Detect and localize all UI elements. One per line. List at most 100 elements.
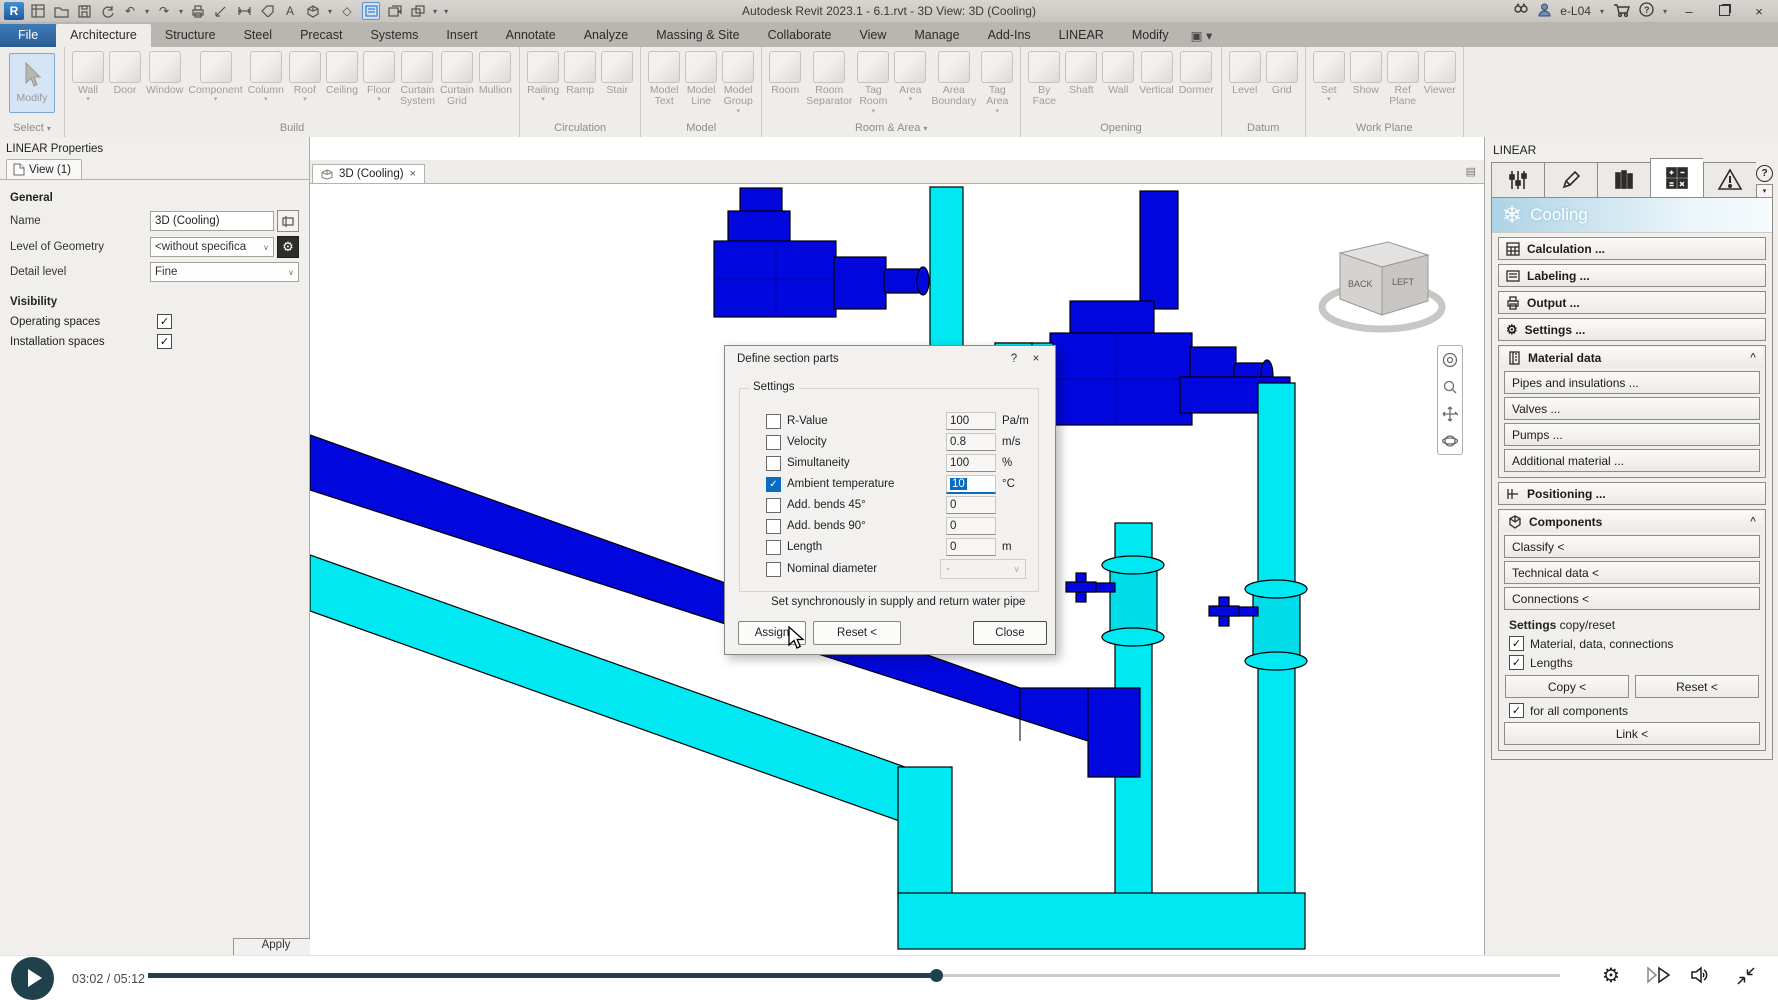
linear-tab-warning-icon[interactable] [1703, 162, 1756, 198]
switch-windows-icon[interactable] [410, 3, 426, 19]
navigation-bar[interactable] [1437, 345, 1463, 455]
ramp-button[interactable]: Ramp [562, 50, 598, 97]
operating-spaces-checkbox[interactable] [157, 314, 172, 329]
minimize-button[interactable]: – [1676, 4, 1702, 19]
installation-spaces-checkbox[interactable] [157, 334, 172, 349]
close-hidden-windows-icon[interactable] [387, 3, 403, 19]
apply-button[interactable]: Apply [233, 938, 319, 956]
viewcube[interactable]: BACK LEFT [1310, 225, 1470, 335]
add-bends-45-checkbox[interactable] [766, 498, 781, 513]
tab-precast[interactable]: Precast [286, 24, 356, 47]
add-bends-90-checkbox[interactable] [766, 519, 781, 534]
wall-button[interactable]: Wall▾ [70, 50, 106, 104]
properties-icon[interactable] [30, 3, 46, 19]
collapse-chevron-icon[interactable]: ^ [1750, 516, 1756, 527]
thin-lines-icon[interactable] [362, 2, 380, 20]
pumps-button[interactable]: Pumps ... [1504, 423, 1760, 446]
model-group-button[interactable]: Model Group▾ [720, 50, 756, 116]
r-value-input[interactable]: 100 [946, 412, 996, 430]
linear-tab-library-icon[interactable] [1597, 162, 1650, 198]
tab-massing-site[interactable]: Massing & Site [642, 24, 753, 47]
tab-view[interactable]: View [846, 24, 901, 47]
tab-manage[interactable]: Manage [900, 24, 973, 47]
open-icon[interactable] [53, 3, 69, 19]
connections-button[interactable]: Connections < [1504, 587, 1760, 610]
viewport-3d[interactable]: 3D (Cooling) × ▤ BACK LEFT Define sectio… [310, 137, 1484, 955]
panel-label-work-plane[interactable]: Work Plane [1306, 122, 1463, 137]
add-bends-45-input[interactable]: 0 [946, 496, 996, 514]
positioning-button[interactable]: Positioning ... [1498, 482, 1766, 505]
wall-opening-button[interactable]: Wall [1100, 50, 1136, 97]
tab-add-ins[interactable]: Add-Ins [974, 24, 1045, 47]
close-button-dialog[interactable]: Close [973, 621, 1047, 645]
output-button[interactable]: Output ... [1498, 291, 1766, 314]
orbit-icon[interactable] [1442, 433, 1458, 449]
velocity-input[interactable]: 0.8 [946, 433, 996, 451]
tag-icon[interactable] [259, 3, 275, 19]
valves-button[interactable]: Valves ... [1504, 397, 1760, 420]
help-dropdown-icon[interactable]: ▾ [1663, 7, 1667, 16]
tab-structure[interactable]: Structure [151, 24, 230, 47]
volume-icon[interactable] [1690, 966, 1716, 989]
player-settings-gear-icon[interactable]: ⚙ [1602, 963, 1620, 988]
tab-architecture[interactable]: Architecture [56, 24, 151, 47]
section-icon[interactable]: ◇ [339, 3, 355, 19]
tab-systems[interactable]: Systems [356, 24, 432, 47]
store-cart-icon[interactable] [1613, 3, 1630, 20]
view-tab-3d-cooling[interactable]: 3D (Cooling) × [312, 164, 425, 183]
column-button[interactable]: Column▾ [246, 50, 286, 104]
reset-components-button[interactable]: Reset < [1635, 675, 1759, 698]
material-data-header[interactable]: Material data ^ [1501, 347, 1763, 368]
modify-button[interactable]: Modify [9, 53, 55, 113]
username[interactable]: e-L04 [1560, 4, 1591, 18]
user-icon[interactable] [1538, 3, 1551, 20]
stair-button[interactable]: Stair [599, 50, 635, 97]
aligned-dimension-icon[interactable] [236, 3, 252, 19]
save-icon[interactable] [76, 3, 92, 19]
nominal-diameter-select[interactable]: -∨ [940, 559, 1026, 579]
close-button[interactable]: × [1746, 4, 1772, 19]
print-icon[interactable] [190, 3, 206, 19]
view-tab-list-icon[interactable]: ▤ [1466, 165, 1476, 178]
room-separator-button[interactable]: Room Separator [804, 50, 854, 109]
help-icon[interactable]: ? [1639, 2, 1654, 20]
dialog-help-button[interactable]: ? [1003, 353, 1025, 365]
link-button[interactable]: Link < [1504, 722, 1760, 745]
panel-label-datum[interactable]: Datum [1222, 122, 1305, 137]
panel-label-build[interactable]: Build [65, 122, 519, 137]
redo-icon[interactable]: ↷ [156, 3, 172, 19]
progress-handle[interactable] [930, 969, 943, 982]
tab-linear[interactable]: LINEAR [1045, 24, 1118, 47]
tab-steel[interactable]: Steel [230, 24, 287, 47]
default-3d-view-icon[interactable] [305, 3, 321, 19]
nominal-diameter-checkbox[interactable] [766, 562, 781, 577]
tag-room-button[interactable]: Tag Room▾ [855, 50, 891, 116]
material-data-connections-checkbox[interactable] [1509, 636, 1524, 651]
linear-help-icon[interactable]: ? [1756, 165, 1773, 182]
viewer-button[interactable]: Viewer [1422, 50, 1458, 97]
tab-annotate[interactable]: Annotate [492, 24, 570, 47]
ambient-temperature-checkbox[interactable] [766, 477, 781, 492]
linear-tab-pencil-icon[interactable] [1544, 162, 1597, 198]
ambient-temperature-input[interactable]: 10 [946, 475, 996, 494]
pipes-insulations-button[interactable]: Pipes and insulations ... [1504, 371, 1760, 394]
user-dropdown-icon[interactable]: ▾ [1600, 7, 1604, 16]
vertical-opening-button[interactable]: Vertical [1137, 50, 1175, 97]
copy-button[interactable]: Copy < [1505, 675, 1629, 698]
close-view-tab-icon[interactable]: × [410, 168, 416, 180]
by-face-button[interactable]: By Face [1026, 50, 1062, 109]
mullion-button[interactable]: Mullion [477, 50, 514, 97]
simultaneity-input[interactable]: 100 [946, 454, 996, 472]
panel-label-circulation[interactable]: Circulation [520, 122, 640, 137]
measure-icon[interactable] [213, 3, 229, 19]
curtain-grid-button[interactable]: Curtain Grid [438, 50, 476, 109]
technical-data-button[interactable]: Technical data < [1504, 561, 1760, 584]
tag-area-button[interactable]: Tag Area▾ [979, 50, 1015, 116]
level-button[interactable]: Level [1227, 50, 1263, 97]
model-text-button[interactable]: Model Text [646, 50, 682, 109]
simultaneity-checkbox[interactable] [766, 456, 781, 471]
length-checkbox[interactable] [766, 540, 781, 555]
set-button[interactable]: Set▾ [1311, 50, 1347, 104]
tab-insert[interactable]: Insert [432, 24, 491, 47]
tab-modify[interactable]: Modify [1118, 24, 1183, 47]
